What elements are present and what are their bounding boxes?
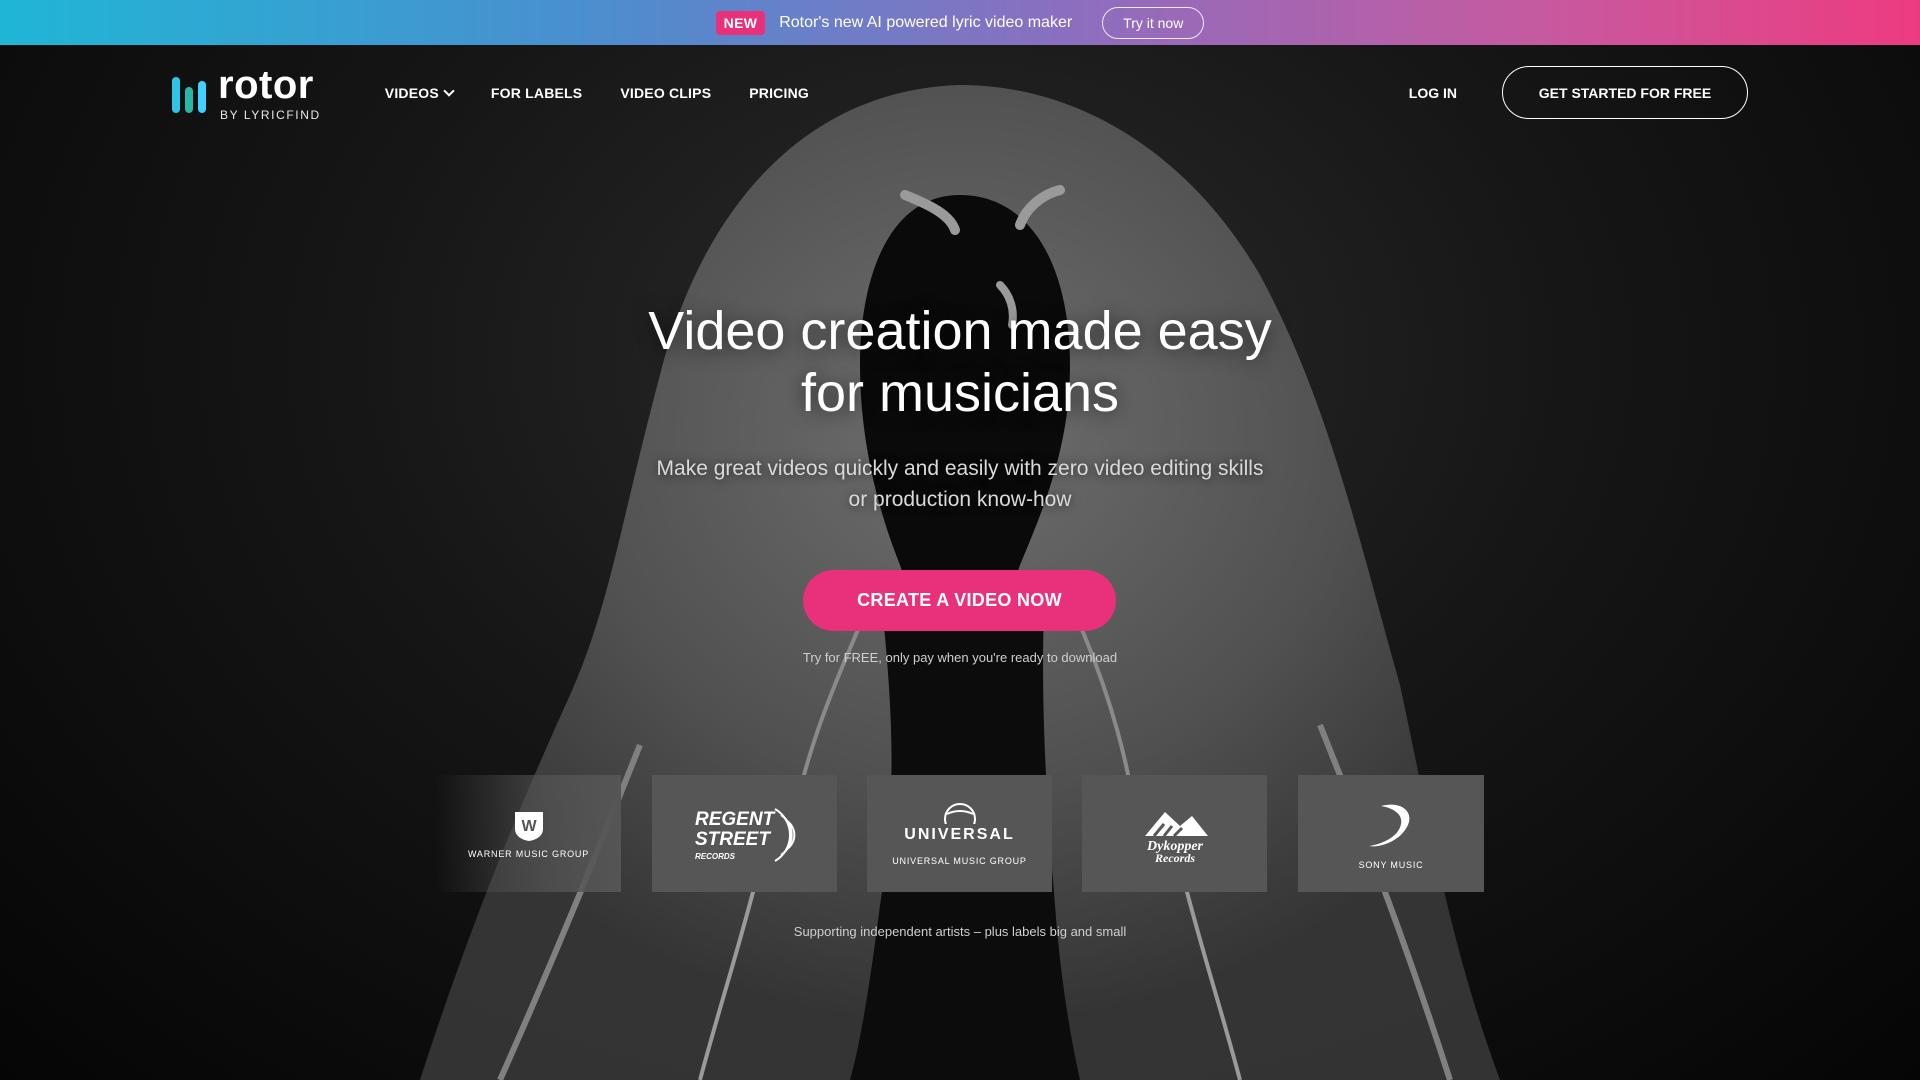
nav-video-clips[interactable]: VIDEO CLIPS [620,85,711,101]
create-video-button[interactable]: CREATE A VIDEO NOW [803,570,1116,631]
new-badge: NEW [715,10,766,35]
warner-label: WARNER MUSIC GROUP [467,848,590,859]
logo-regent-street-records: REGENT STREET RECORDS [652,775,837,892]
label-logos-strip: W WARNER MUSIC GROUP REGENT STREET RECOR… [436,775,1484,892]
main-nav: VIDEOS FOR LABELS VIDEO CLIPS PRICING [385,85,809,101]
hero-subtitle-line1: Make great videos quickly and easily wit… [656,457,1264,480]
hero-title-line1: Video creation made easy [648,301,1272,361]
hero-subtitle: Make great videos quickly and easily wit… [610,453,1310,515]
chevron-down-icon [443,84,455,97]
svg-text:STREET: STREET [695,829,771,850]
login-link[interactable]: LOG IN [1409,85,1457,101]
site-header: rotor BY LYRICFIND VIDEOS FOR LABELS VID… [0,45,1920,140]
nav-videos[interactable]: VIDEOS [384,84,455,101]
rotor-logo-icon [172,73,206,113]
rotor-logo[interactable]: rotor BY LYRICFIND [172,65,321,121]
support-text: Supporting independent artists – plus la… [793,924,1127,939]
hero-subtitle-line2: or production know-how [848,488,1072,511]
get-started-button[interactable]: GET STARTED FOR FREE [1502,66,1748,119]
regent-street-records-wordmark: REGENT STREET RECORDS [695,807,795,862]
svg-text:RECORDS: RECORDS [695,852,736,861]
nav-pricing[interactable]: PRICING [749,85,809,101]
nav-videos-label: VIDEOS [384,84,439,101]
hero-title: Video creation made easy for musicians [560,300,1360,424]
logo-warner-music-group: W WARNER MUSIC GROUP [436,775,621,892]
logo-sony-music: SONY MUSIC [1298,775,1484,892]
sony-music-label: SONY MUSIC [1358,859,1424,870]
promo-text: Rotor's new AI powered lyric video maker [779,13,1073,31]
universal-globe-icon [943,802,976,824]
sony-music-icon [1369,804,1410,846]
logo-dykopper-records: Dykopper Records [1082,775,1267,892]
universal-music-group-label: UNIVERSAL MUSIC GROUP [892,855,1027,866]
try-it-now-button[interactable]: Try it now [1102,6,1205,39]
logo-universal-music-group: UNIVERSAL UNIVERSAL MUSIC GROUP [867,775,1052,892]
promo-bar: NEW Rotor's new AI powered lyric video m… [0,0,1920,45]
logo-name: rotor [218,62,314,107]
svg-text:W: W [521,818,537,835]
logo-subtitle: BY LYRICFIND [220,107,321,122]
hero-title-line2: for musicians [800,363,1120,423]
svg-text:REGENT: REGENT [695,809,776,830]
universal-wordmark: UNIVERSAL [904,825,1015,843]
nav-for-labels[interactable]: FOR LABELS [491,85,582,101]
svg-text:Records: Records [1154,851,1195,864]
free-trial-hint: Try for FREE, only pay when you're ready… [802,650,1118,665]
warner-shield-icon: W [514,811,543,841]
dykopper-records-wordmark: Dykopper Records [1144,811,1208,864]
